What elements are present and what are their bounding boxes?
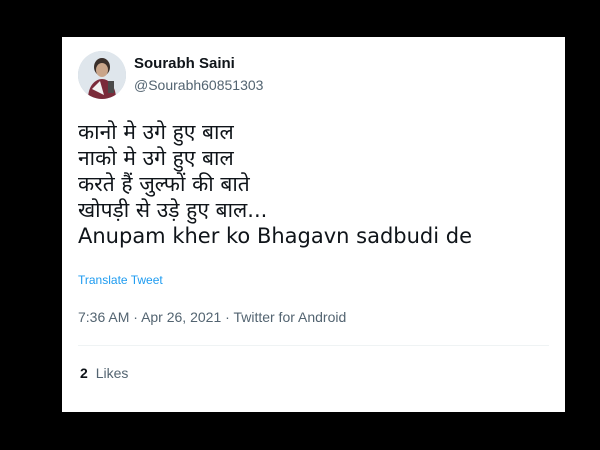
tweet-line: नाको मे उगे हुए बाल <box>78 146 234 170</box>
letterbox-bottom <box>0 412 600 450</box>
tweet-date[interactable]: Apr 26, 2021 <box>141 309 221 325</box>
tweet-line: खोपड़ी से उड़े हुए बाल... <box>78 198 268 222</box>
tweet-card: Sourabh Saini @Sourabh60851303 कानो मे उ… <box>62 37 565 412</box>
letterbox-top <box>0 0 600 37</box>
avatar[interactable] <box>78 51 126 99</box>
tweet-meta: 7:36 AM · Apr 26, 2021 · Twitter for And… <box>78 309 346 325</box>
profile-photo-icon <box>78 51 126 99</box>
author-handle[interactable]: @Sourabh60851303 <box>134 77 263 93</box>
screenshot-frame: Sourabh Saini @Sourabh60851303 कानो मे उ… <box>0 0 600 450</box>
likes-count: 2 <box>80 365 88 381</box>
tweet-source[interactable]: Twitter for Android <box>233 309 346 325</box>
tweet-line: Anupam kher ko Bhagavn sadbudi de <box>78 224 473 248</box>
meta-separator: · <box>225 309 230 325</box>
letterbox-right <box>565 0 600 450</box>
tweet-time[interactable]: 7:36 AM <box>78 309 129 325</box>
author-name[interactable]: Sourabh Saini <box>134 55 235 72</box>
tweet-line: करते हैं जुल्फों की बाते <box>78 172 250 196</box>
divider <box>78 345 549 346</box>
tweet-text: कानो मे उगे हुए बाल नाको मे उगे हुए बाल … <box>78 119 548 249</box>
letterbox-left <box>0 0 62 450</box>
likes-stat[interactable]: 2 Likes <box>80 365 128 381</box>
translate-tweet-link[interactable]: Translate Tweet <box>78 273 163 287</box>
tweet-line: कानो मे उगे हुए बाल <box>78 120 234 144</box>
likes-label: Likes <box>95 365 129 381</box>
meta-separator: · <box>133 309 138 325</box>
